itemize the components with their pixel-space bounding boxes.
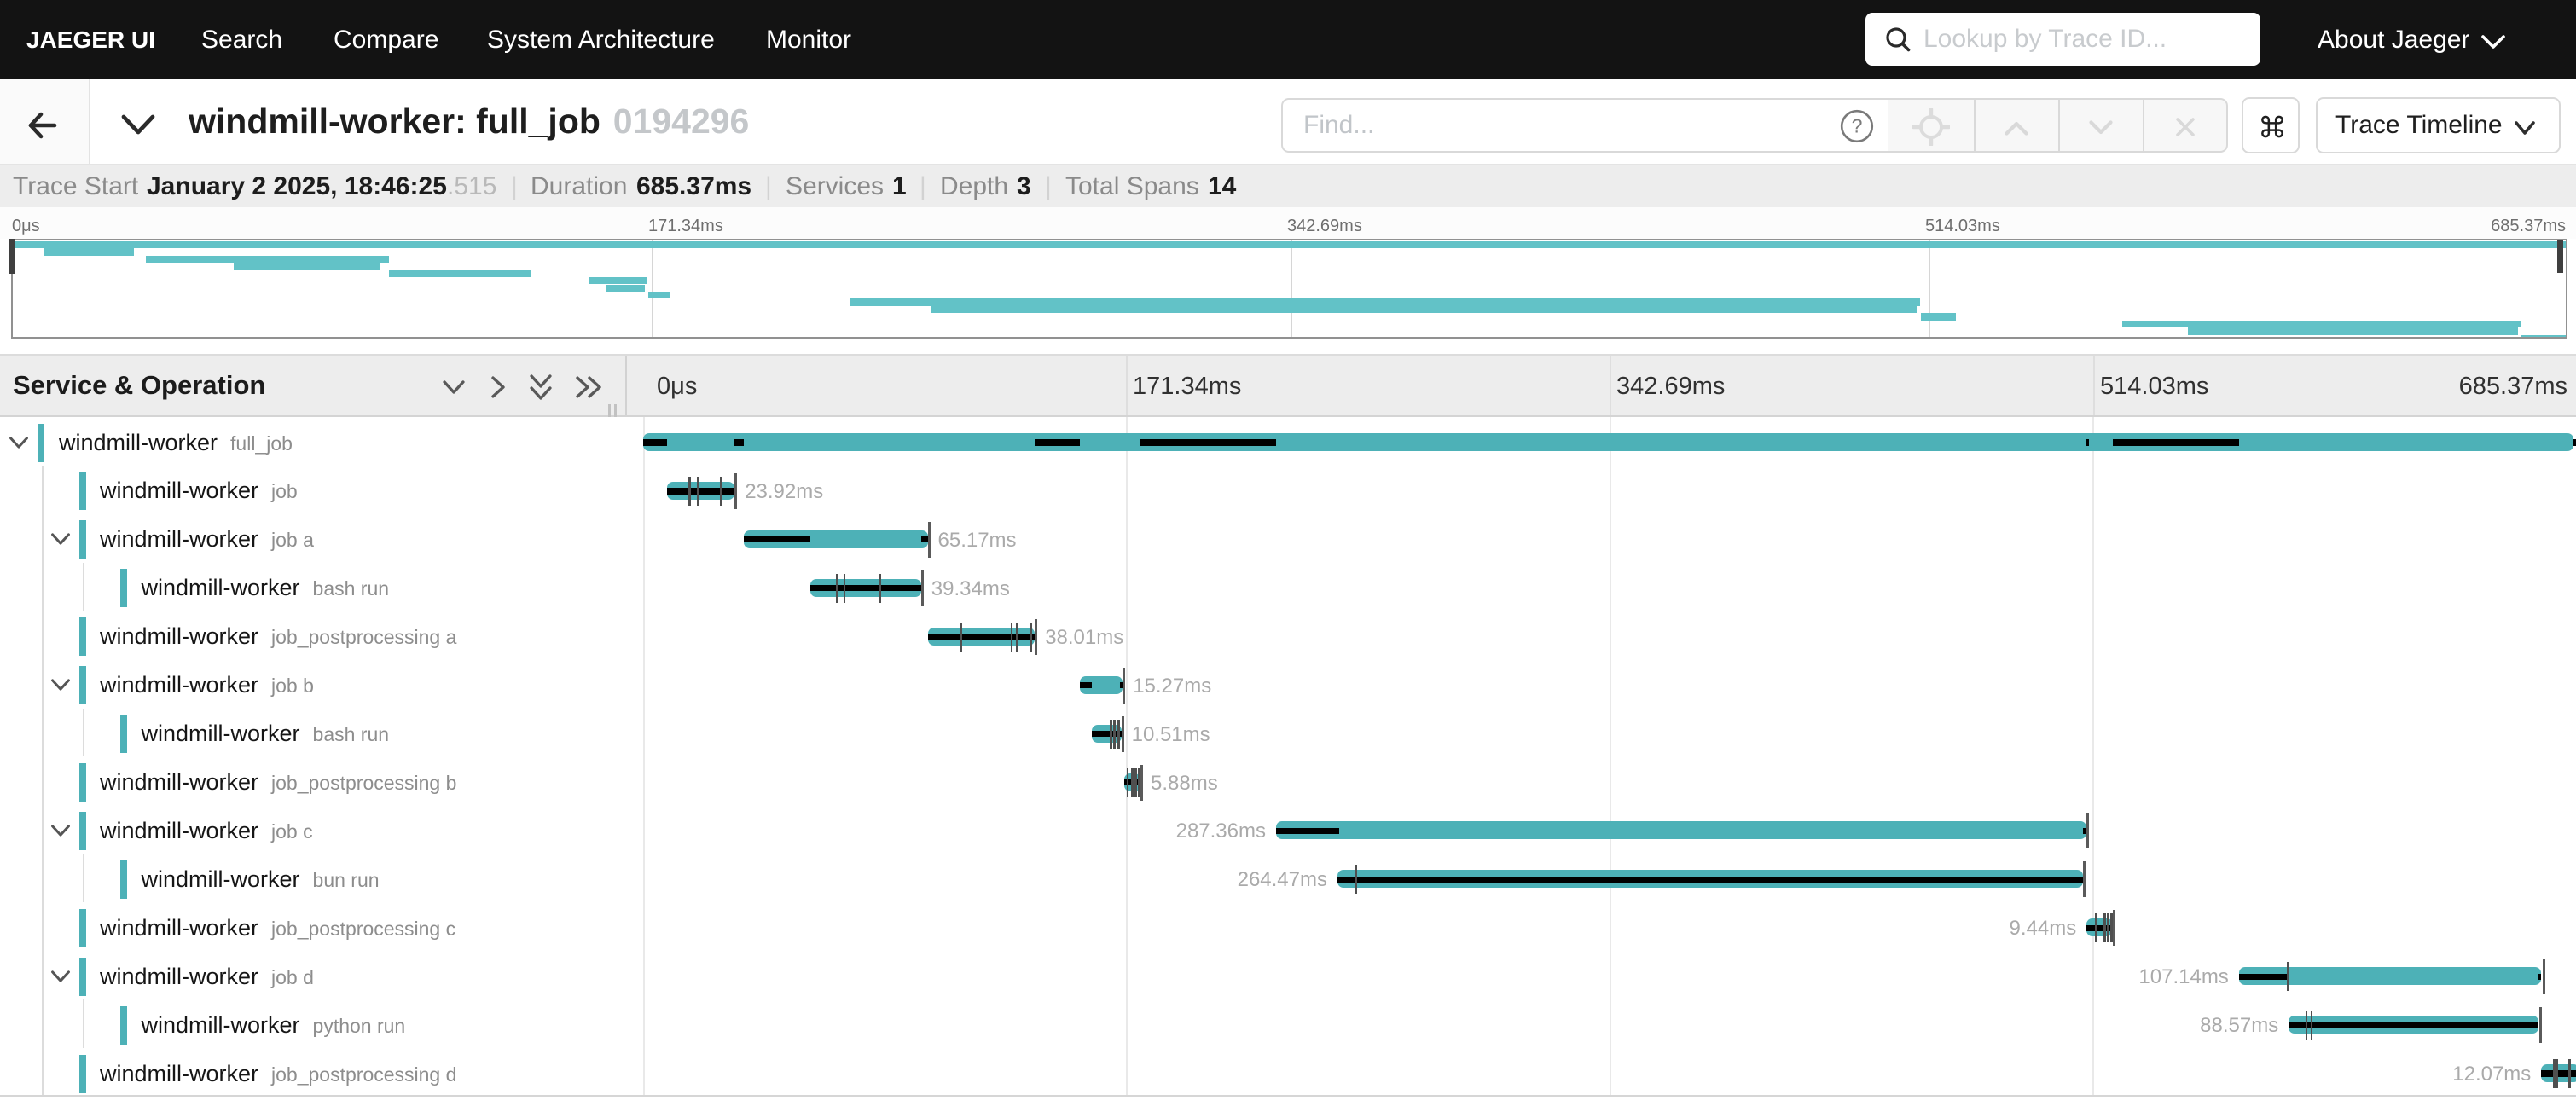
svg-text:?: ?: [1852, 115, 1863, 137]
